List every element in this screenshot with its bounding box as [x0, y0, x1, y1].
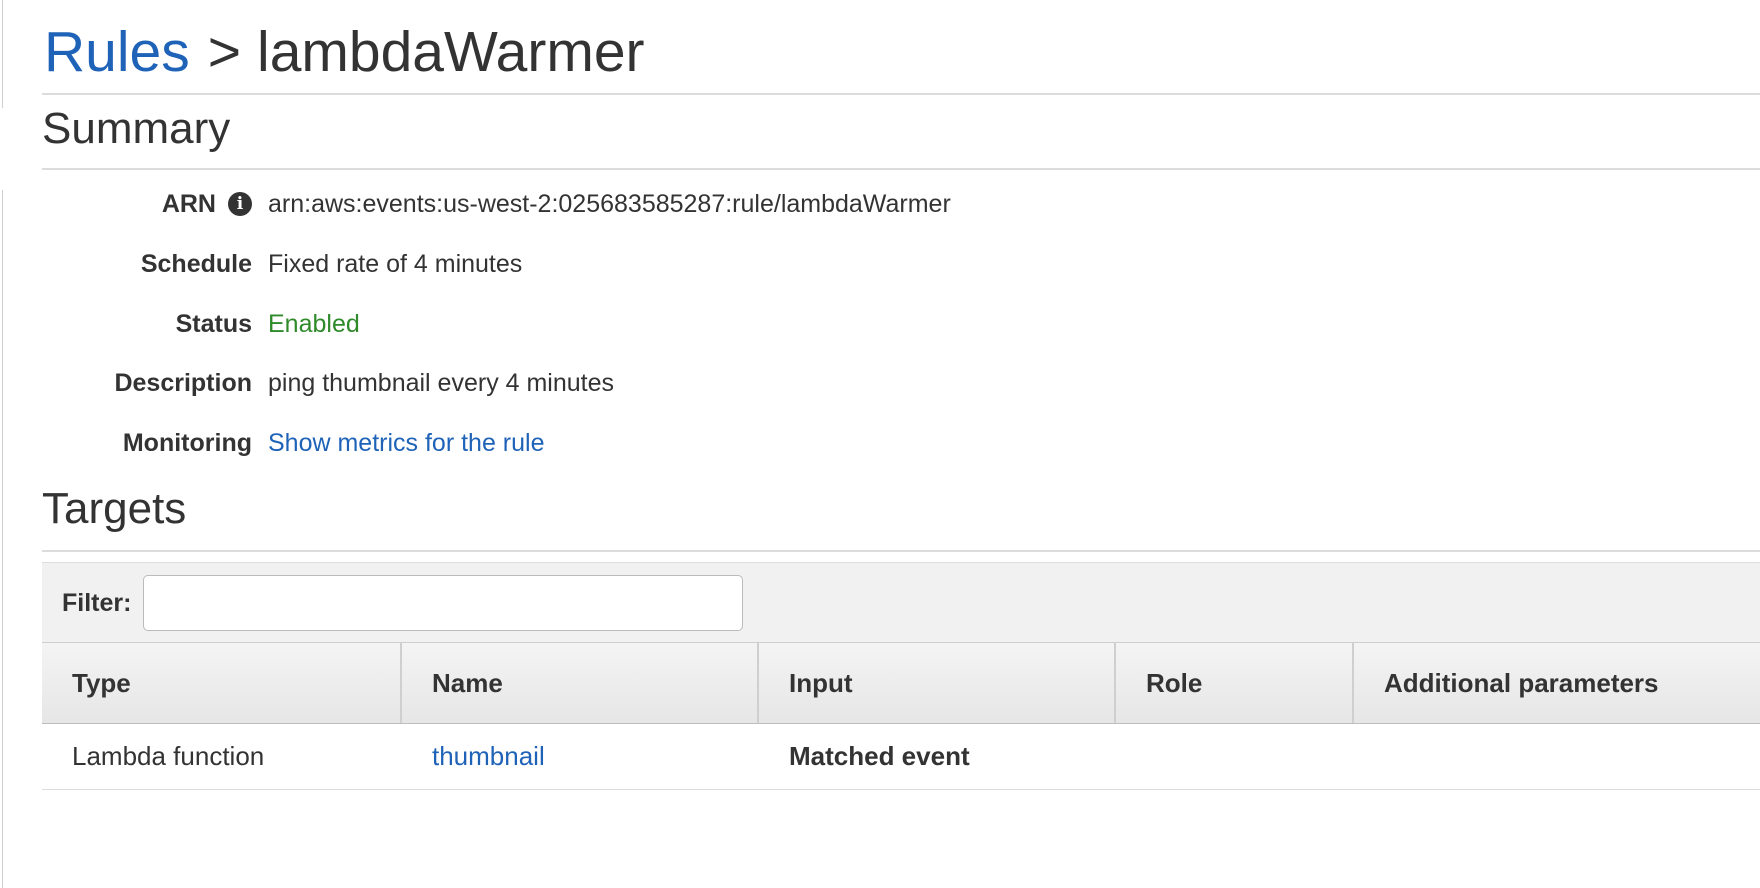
info-icon[interactable]: i: [228, 192, 252, 216]
schedule-value: Fixed rate of 4 minutes: [268, 249, 523, 278]
filter-label: Filter:: [62, 588, 132, 617]
left-border-segment: [2, 190, 3, 888]
table-row: Lambda function thumbnail Matched event: [42, 723, 1760, 790]
monitoring-row: Monitoring Show metrics for the rule: [0, 423, 1760, 463]
left-border-segment: [2, 0, 3, 108]
description-label: Description: [114, 368, 252, 397]
filter-bar: Filter:: [42, 562, 1760, 643]
column-header-name[interactable]: Name: [402, 643, 759, 723]
description-row: Description ping thumbnail every 4 minut…: [0, 363, 1760, 403]
cell-input: Matched event: [759, 723, 1116, 789]
breadcrumb-separator: >: [207, 20, 242, 84]
show-metrics-link[interactable]: Show metrics for the rule: [268, 429, 545, 458]
schedule-row: Schedule Fixed rate of 4 minutes: [0, 244, 1760, 284]
column-header-type[interactable]: Type: [42, 643, 402, 723]
arn-row: ARN i arn:aws:events:us-west-2:025683585…: [0, 184, 1760, 224]
target-type: Lambda function: [72, 740, 265, 771]
targets-divider: [42, 550, 1760, 552]
target-input: Matched event: [789, 740, 970, 771]
description-value: ping thumbnail every 4 minutes: [268, 368, 615, 397]
arn-label-cell: ARN i: [0, 190, 268, 219]
column-header-input[interactable]: Input: [759, 643, 1116, 723]
status-value: Enabled: [268, 309, 360, 338]
column-header-role[interactable]: Role: [1116, 643, 1354, 723]
cell-type: Lambda function: [42, 723, 402, 789]
summary-heading: Summary: [42, 104, 231, 153]
arn-label: ARN: [161, 189, 216, 218]
status-label: Status: [175, 309, 252, 338]
filter-input[interactable]: [143, 575, 744, 631]
targets-heading: Targets: [42, 484, 187, 533]
target-name-link[interactable]: thumbnail: [432, 741, 545, 772]
status-row: Status Enabled: [0, 304, 1760, 344]
breadcrumb-rules-link[interactable]: Rules: [44, 19, 190, 85]
monitoring-label: Monitoring: [122, 428, 252, 457]
targets-table-header: Type Name Input Role Additional paramete…: [42, 642, 1760, 724]
arn-value: arn:aws:events:us-west-2:025683585287:ru…: [268, 189, 951, 218]
cell-name: thumbnail: [402, 723, 759, 789]
column-header-additional-parameters[interactable]: Additional parameters: [1354, 643, 1760, 723]
rule-detail-page: Rules > lambdaWarmer Summary ARN i arn:a…: [0, 0, 1760, 888]
cell-role: [1116, 723, 1354, 789]
page-title: lambdaWarmer: [257, 20, 645, 84]
breadcrumb: Rules > lambdaWarmer: [44, 12, 645, 92]
schedule-label: Schedule: [140, 249, 252, 278]
cell-additional-parameters: [1354, 723, 1760, 789]
header-divider: [42, 93, 1760, 95]
summary-divider: [42, 168, 1760, 170]
